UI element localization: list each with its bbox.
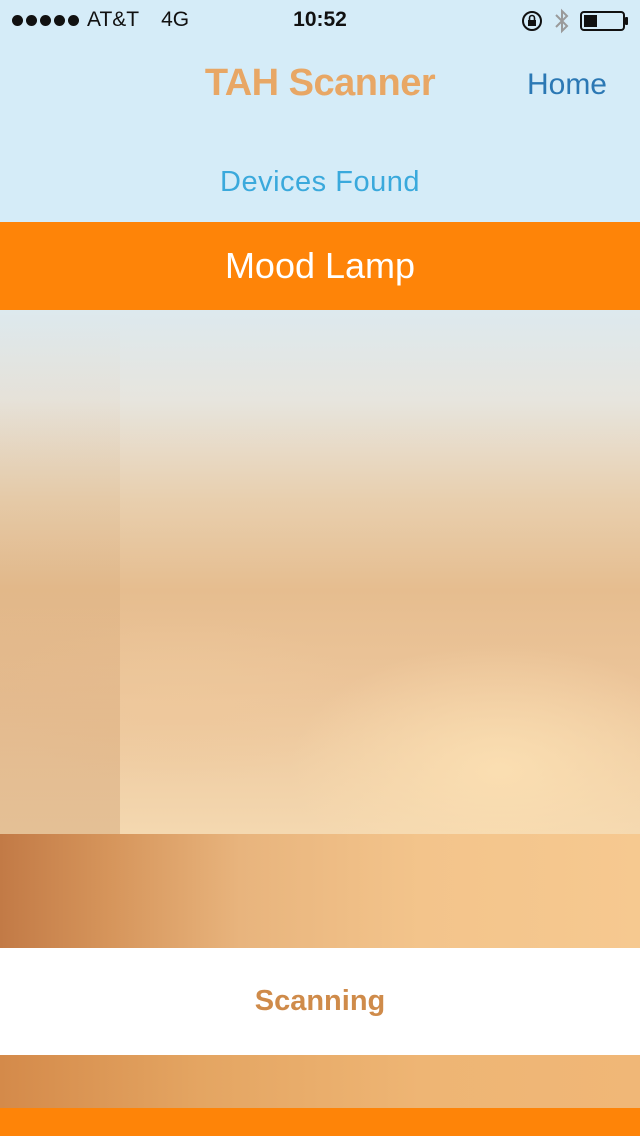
home-button[interactable]: Home [527,68,607,102]
battery-level [584,15,597,27]
nav-header: TAH Scanner Home Devices Found [0,40,640,222]
bluetooth-icon [555,8,569,34]
bottom-orange-bar [0,1108,640,1136]
scanning-label: Scanning [254,985,386,1017]
device-row-mood-lamp[interactable]: Mood Lamp [0,222,640,310]
status-bar: AT&T 4G 10:52 [0,0,640,40]
background-shadow [0,310,120,834]
device-name: Mood Lamp [224,245,416,286]
background-floor-band [0,834,640,948]
devices-found-label: Devices Found [220,166,420,198]
status-bar-right [520,7,630,35]
background-bottom-band [0,1055,640,1108]
scanning-button[interactable]: Scanning [0,948,640,1055]
rotation-lock-icon [522,11,542,31]
battery-icon [580,11,628,31]
